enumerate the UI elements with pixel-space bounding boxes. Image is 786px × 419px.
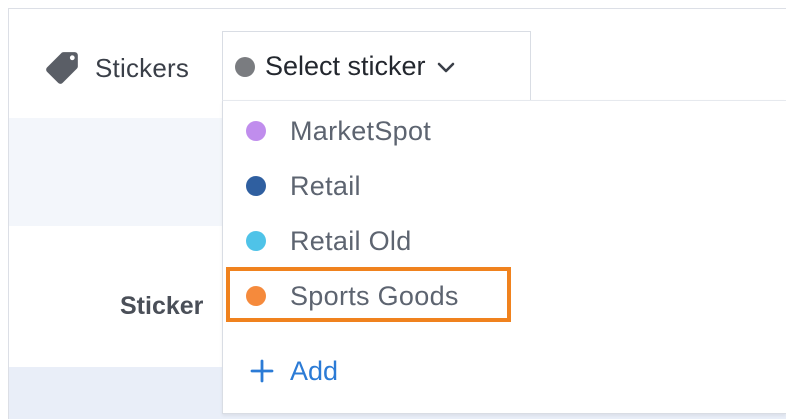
sticker-color-dot <box>246 231 266 251</box>
sticker-option-label: Retail <box>290 170 361 201</box>
sticker-option-label: MarketSpot <box>290 115 432 146</box>
select-dot <box>235 56 255 77</box>
select-sticker-dropdown[interactable]: Select sticker <box>222 31 531 101</box>
sticker-field-label: Sticker <box>120 292 204 320</box>
select-sticker-text: Select sticker <box>265 51 426 81</box>
tag-icon <box>43 49 81 87</box>
sticker-menu: MarketSpot Retail Retail Old Sports Good… <box>222 100 786 414</box>
sticker-option-marketspot[interactable]: MarketSpot <box>246 111 431 151</box>
add-sticker-label: Add <box>290 355 339 386</box>
stage: Sticker Stickers Select sticker MarketSp… <box>0 0 786 419</box>
sticker-color-dot <box>246 121 266 141</box>
chevron-down-icon <box>436 60 456 74</box>
plus-icon <box>250 353 274 389</box>
sticker-option-retail-old[interactable]: Retail Old <box>246 221 412 261</box>
stickers-label: Stickers <box>95 52 190 83</box>
sticker-option-retail[interactable]: Retail <box>246 166 361 206</box>
stickers-header: Stickers <box>43 46 189 90</box>
sticker-option-label: Retail Old <box>290 225 412 256</box>
sticker-color-dot <box>246 286 266 306</box>
add-sticker-button[interactable]: Add <box>250 351 338 391</box>
sticker-option-label: Sports Goods <box>290 280 459 311</box>
sticker-option-sports-goods[interactable]: Sports Goods <box>246 276 459 316</box>
sticker-color-dot <box>246 176 266 196</box>
